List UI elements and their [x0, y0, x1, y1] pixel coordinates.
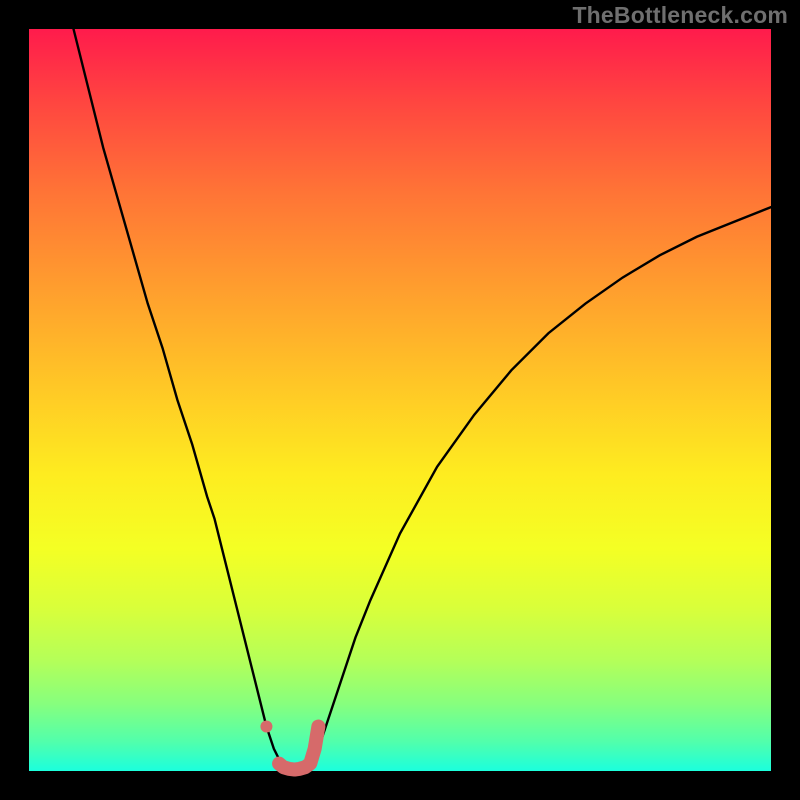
marker-band	[279, 726, 318, 769]
chart-frame: TheBottleneck.com	[0, 0, 800, 800]
minimum-markers	[260, 720, 318, 769]
watermark-text: TheBottleneck.com	[572, 2, 788, 29]
chart-svg	[29, 29, 771, 771]
marker-dot	[260, 720, 272, 732]
bottleneck-curve	[74, 29, 771, 770]
